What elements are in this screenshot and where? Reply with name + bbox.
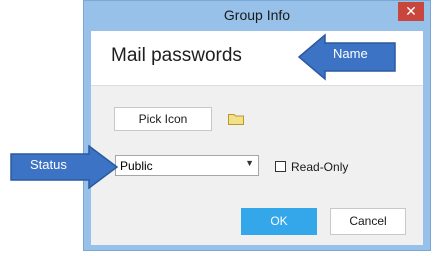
name-callout-label: Name — [333, 46, 368, 61]
status-select[interactable]: Public ▼ — [115, 155, 259, 176]
status-selected-value: Public — [120, 159, 153, 173]
close-button[interactable]: ✕ — [398, 2, 424, 21]
chevron-down-icon: ▼ — [245, 158, 254, 168]
ok-button[interactable]: OK — [241, 208, 317, 235]
group-name-field[interactable]: Mail passwords — [111, 45, 242, 67]
name-callout: Name — [297, 33, 399, 81]
read-only-label: Read-Only — [291, 160, 349, 174]
window-title: Group Info — [223, 7, 291, 23]
cancel-button[interactable]: Cancel — [330, 208, 406, 235]
folder-icon — [228, 114, 244, 125]
status-callout-label: Status — [30, 157, 67, 172]
screenshot-stage: Group Info ✕ Mail passwords Pick Icon Pu… — [0, 0, 436, 256]
status-callout: Status — [9, 144, 119, 190]
read-only-checkbox[interactable] — [275, 161, 286, 172]
pick-icon-button[interactable]: Pick Icon — [114, 107, 212, 131]
close-icon: ✕ — [405, 3, 417, 19]
title-bar[interactable]: Group Info ✕ — [84, 1, 430, 31]
